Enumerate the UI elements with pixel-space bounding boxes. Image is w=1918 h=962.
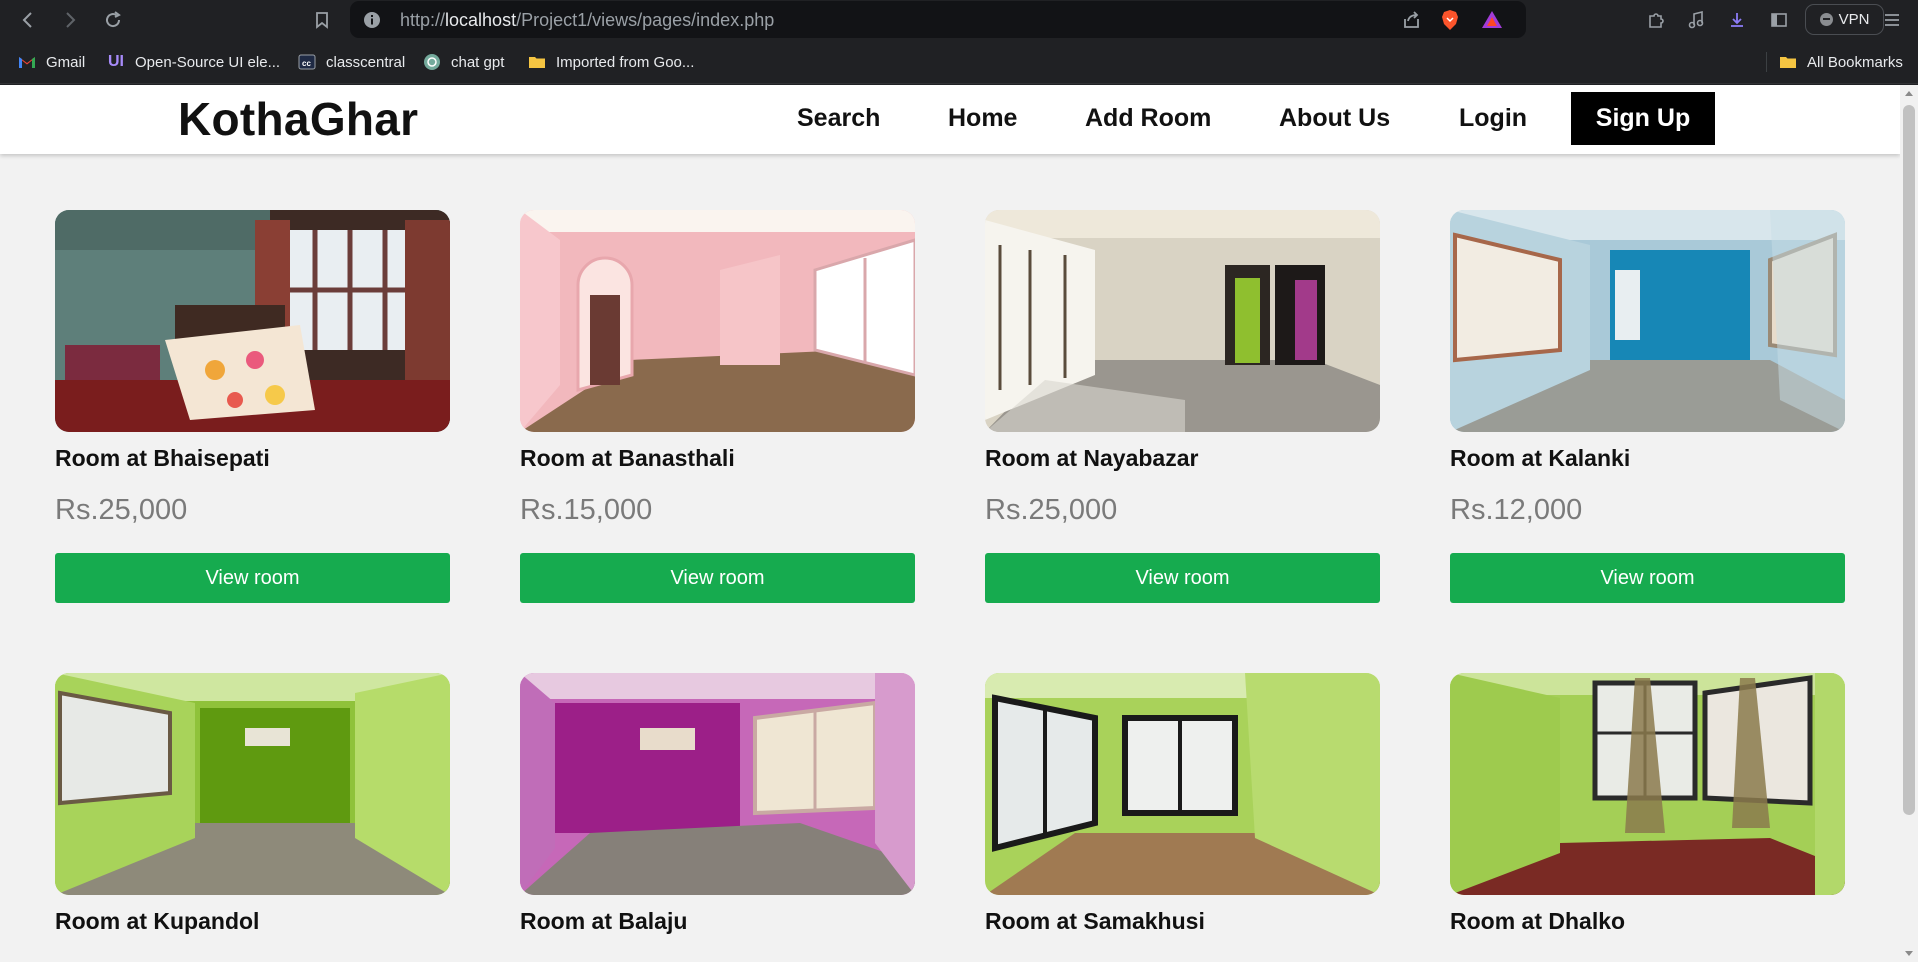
brave-rewards-icon[interactable] [1481,9,1503,31]
bookmark-gmail[interactable]: Gmail [18,51,85,73]
url-text[interactable]: http://localhost/Project1/views/pages/in… [400,10,774,31]
signup-button[interactable]: Sign Up [1571,92,1715,145]
gmail-icon [18,53,36,71]
address-bar[interactable]: http://localhost/Project1/views/pages/in… [350,1,1526,38]
bookmark-open-source-ui[interactable]: UI Open-Source UI ele... [107,51,280,73]
nav-home[interactable]: Home [948,104,1017,133]
reload-icon [106,11,121,28]
vpn-status-icon [1819,13,1833,26]
back-arrow-icon [22,12,32,28]
folder-icon [528,53,546,71]
view-room-button[interactable]: View room [1450,553,1845,603]
room-photo[interactable] [985,673,1380,895]
room-photo[interactable] [55,673,450,895]
chatgpt-icon [423,53,441,71]
nav-add-room[interactable]: Add Room [1085,104,1211,133]
browser-toolbar: http://localhost/Project1/views/pages/in… [0,0,1918,40]
page-scrollbar[interactable] [1900,85,1918,962]
folder-icon [1779,53,1797,71]
room-photo[interactable] [55,210,450,432]
view-room-button[interactable]: View room [520,553,915,603]
room-photo[interactable] [985,210,1380,432]
scrollbar-thumb[interactable] [1903,105,1915,815]
room-title: Room at Samakhusi [985,908,1205,934]
room-title: Room at Dhalko [1450,908,1626,934]
bookmark-imported-folder[interactable]: Imported from Goo... [528,51,694,73]
room-title: Room at Kalanki [1450,445,1631,471]
nav-search[interactable]: Search [797,104,880,133]
bookmark-classcentral[interactable]: cc classcentral [298,51,405,73]
music-note-icon [1688,10,1704,29]
bookmarks-divider [1766,52,1767,72]
share-icon[interactable] [1401,9,1423,31]
brave-shields-icon[interactable] [1439,9,1461,31]
classcentral-icon: cc [298,53,316,71]
view-room-button[interactable]: View room [985,553,1380,603]
site-navbar: KothaGhar Search Home Add Room About Us … [0,85,1900,154]
menu-button[interactable] [1878,6,1906,34]
vpn-button[interactable]: VPN [1805,4,1884,35]
svg-text:cc: cc [302,59,311,68]
bookmark-page-button[interactable] [308,6,336,34]
nav-login[interactable]: Login [1459,104,1527,133]
view-room-button[interactable]: View room [55,553,450,603]
room-photo[interactable] [520,673,915,895]
room-title: Room at Balaju [520,908,688,934]
room-title: Room at Nayabazar [985,445,1199,471]
reload-button[interactable] [99,6,127,34]
bookmark-chatgpt[interactable]: chat gpt [423,51,504,73]
bookmark-icon [316,12,328,29]
site-logo[interactable]: KothaGhar [178,92,418,146]
downloads-button[interactable] [1723,6,1751,34]
extensions-button[interactable] [1642,6,1670,34]
room-photo[interactable] [1450,673,1845,895]
room-title: Room at Banasthali [520,445,735,471]
puzzle-icon [1649,13,1664,28]
scroll-down-arrow[interactable] [1905,951,1913,956]
media-button[interactable] [1682,6,1710,34]
forward-arrow-icon [66,12,76,28]
nav-about-us[interactable]: About Us [1279,104,1390,133]
bookmarks-bar: Gmail UI Open-Source UI ele... cc classc… [0,40,1918,84]
room-price: Rs.15,000 [520,494,653,526]
room-photo[interactable] [1450,210,1845,432]
ui-icon: UI [108,53,124,70]
back-button[interactable] [14,6,42,34]
room-title: Room at Kupandol [55,908,260,934]
room-price: Rs.25,000 [55,494,188,526]
scroll-up-arrow[interactable] [1905,91,1913,96]
room-price: Rs.25,000 [985,494,1118,526]
forward-button[interactable] [56,6,84,34]
vpn-label: VPN [1838,11,1870,28]
sidebar-button[interactable] [1765,6,1793,34]
sidebar-icon [1771,13,1787,27]
room-price: Rs.12,000 [1450,494,1583,526]
page-viewport: KothaGhar Search Home Add Room About Us … [0,85,1900,962]
room-title: Room at Bhaisepati [55,445,270,471]
room-photo[interactable] [520,210,915,432]
download-icon [1731,13,1743,27]
site-info-icon[interactable] [362,10,382,30]
hamburger-icon [1885,14,1899,26]
all-bookmarks[interactable]: All Bookmarks [1779,51,1903,73]
